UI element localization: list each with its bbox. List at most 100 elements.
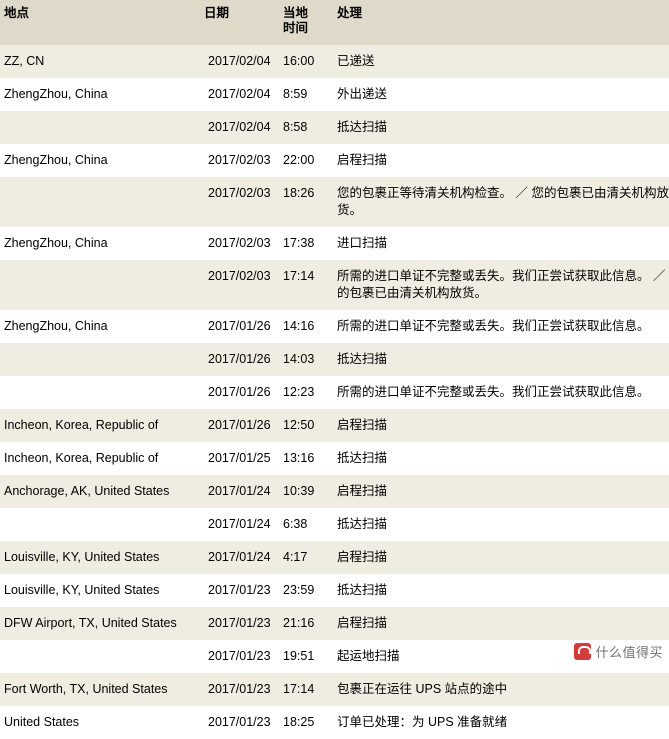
cell-activity: 包裹正在运往 UPS 站点的途中 [333,673,669,706]
table-row: 2017/01/26 12:23 所需的进口单证不完整或丢失。我们正尝试获取此信息。 [0,376,669,409]
cell-local-time: 12:50 [276,409,333,442]
cell-location: Fort Worth, TX, United States [0,673,204,706]
table-header: 地点 日期 当地 时间 处理 [0,0,669,45]
cell-date: 2017/01/24 [204,541,276,574]
table-row: 2017/01/24 6:38 抵达扫描 [0,508,669,541]
tracking-table: 地点 日期 当地 时间 处理 ZZ, CN 2017/02/04 16:00 已递送 Z… [0,0,669,739]
cell-date: 2017/02/03 [204,177,276,227]
cell-location: Incheon, Korea, Republic of [0,409,204,442]
watermark-text: 什么值得买 [595,645,663,660]
table-row: 2017/01/26 14:03 抵达扫描 [0,343,669,376]
cell-location: ZZ, CN [0,45,204,78]
cell-activity: 所需的进口单证不完整或丢失。我们正尝试获取此信息。 ／ 您的包裹已由清关机构放货… [333,260,669,310]
cell-activity: 抵达扫描 [333,343,669,376]
cell-date: 2017/01/23 [204,574,276,607]
cell-local-time: 13:16 [276,442,333,475]
cell-date: 2017/02/04 [204,45,276,78]
table-row: 2017/02/03 18:26 您的包裹正等待清关机构检查。 ／ 您的包裹已由清关… [0,177,669,227]
cell-activity: 抵达扫描 [333,111,669,144]
cell-date: 2017/01/26 [204,409,276,442]
cell-date: 2017/01/23 [204,640,276,673]
cell-local-time: 17:38 [276,227,333,260]
cell-location [0,111,204,144]
column-header-local-time-line2: 时间 [283,21,309,35]
table-row: ZhengZhou, China 2017/02/04 8:59 外出递送 [0,78,669,111]
cell-date: 2017/02/04 [204,111,276,144]
cell-local-time: 14:03 [276,343,333,376]
column-header-local-time-line1: 当地 [283,6,309,20]
table-row: Fort Worth, TX, United States 2017/01/23 1… [0,673,669,706]
cell-location [0,640,204,673]
cell-local-time: 14:16 [276,310,333,343]
cell-local-time: 17:14 [276,673,333,706]
watermark: 什么值得买 [574,642,663,661]
cell-location [0,343,204,376]
cell-location: ZhengZhou, China [0,310,204,343]
cell-activity: 启程扫描 [333,607,669,640]
cell-activity: 抵达扫描 [333,574,669,607]
cell-activity: 所需的进口单证不完整或丢失。我们正尝试获取此信息。 [333,376,669,409]
cell-local-time: 17:14 [276,260,333,310]
cell-date: 2017/01/26 [204,310,276,343]
cell-location: ZhengZhou, China [0,227,204,260]
table-row: ZhengZhou, China 2017/02/03 17:38 进口扫描 [0,227,669,260]
cell-local-time: 8:59 [276,78,333,111]
table-row: United States 2017/01/23 18:25 订单已处理：为 UPS … [0,706,669,739]
cell-activity: 您的包裹正等待清关机构检查。 ／ 您的包裹已由清关机构放货。 [333,177,669,227]
cell-local-time: 16:00 [276,45,333,78]
cell-location [0,508,204,541]
table-body: ZZ, CN 2017/02/04 16:00 已递送 ZhengZhou, China… [0,45,669,739]
cell-date: 2017/02/04 [204,78,276,111]
cell-activity: 已递送 [333,45,669,78]
column-header-date: 日期 [204,0,276,45]
cell-activity: 订单已处理：为 UPS 准备就绪 [333,706,669,739]
table-row: ZhengZhou, China 2017/02/03 22:00 启程扫描 [0,144,669,177]
column-header-activity: 处理 [333,0,669,45]
cell-date: 2017/01/24 [204,475,276,508]
table-row: 2017/02/04 8:58 抵达扫描 [0,111,669,144]
table-row: 2017/02/03 17:14 所需的进口单证不完整或丢失。我们正尝试获取此信息。… [0,260,669,310]
cell-date: 2017/01/23 [204,673,276,706]
cell-location: United States [0,706,204,739]
cell-local-time: 10:39 [276,475,333,508]
cell-activity: 启程扫描 [333,475,669,508]
cell-local-time: 18:26 [276,177,333,227]
cell-date: 2017/02/03 [204,144,276,177]
table-row: ZhengZhou, China 2017/01/26 14:16 所需的进口单证不完… [0,310,669,343]
cell-date: 2017/02/03 [204,260,276,310]
table-row: ZZ, CN 2017/02/04 16:00 已递送 [0,45,669,78]
table-row: Anchorage, AK, United States 2017/01/24 10… [0,475,669,508]
cell-activity: 所需的进口单证不完整或丢失。我们正尝试获取此信息。 [333,310,669,343]
cell-local-time: 8:58 [276,111,333,144]
cell-local-time: 18:25 [276,706,333,739]
cell-date: 2017/01/24 [204,508,276,541]
cell-location: Incheon, Korea, Republic of [0,442,204,475]
table-row: Louisville, KY, United States 2017/01/24 4… [0,541,669,574]
table-row: DFW Airport, TX, United States 2017/01/23… [0,607,669,640]
table-row: Louisville, KY, United States 2017/01/23 2… [0,574,669,607]
cell-activity: 启程扫描 [333,541,669,574]
table-row: Incheon, Korea, Republic of 2017/01/26 12:… [0,409,669,442]
cell-location [0,260,204,310]
cell-activity: 抵达扫描 [333,442,669,475]
cell-activity: 进口扫描 [333,227,669,260]
smzdm-logo-icon [574,643,592,660]
cell-date: 2017/01/25 [204,442,276,475]
cell-local-time: 19:51 [276,640,333,673]
cell-location: ZhengZhou, China [0,78,204,111]
cell-location [0,177,204,227]
cell-location [0,376,204,409]
column-header-location: 地点 [0,0,204,45]
table-header-row: 地点 日期 当地 时间 处理 [0,0,669,45]
cell-local-time: 22:00 [276,144,333,177]
cell-local-time: 6:38 [276,508,333,541]
table-row: Incheon, Korea, Republic of 2017/01/25 13:… [0,442,669,475]
cell-date: 2017/01/23 [204,607,276,640]
cell-activity: 启程扫描 [333,144,669,177]
cell-local-time: 21:16 [276,607,333,640]
cell-activity: 抵达扫描 [333,508,669,541]
cell-location: ZhengZhou, China [0,144,204,177]
tracking-page: 地点 日期 当地 时间 处理 ZZ, CN 2017/02/04 16:00 已递送 Z… [0,0,669,739]
cell-date: 2017/02/03 [204,227,276,260]
cell-local-time: 23:59 [276,574,333,607]
